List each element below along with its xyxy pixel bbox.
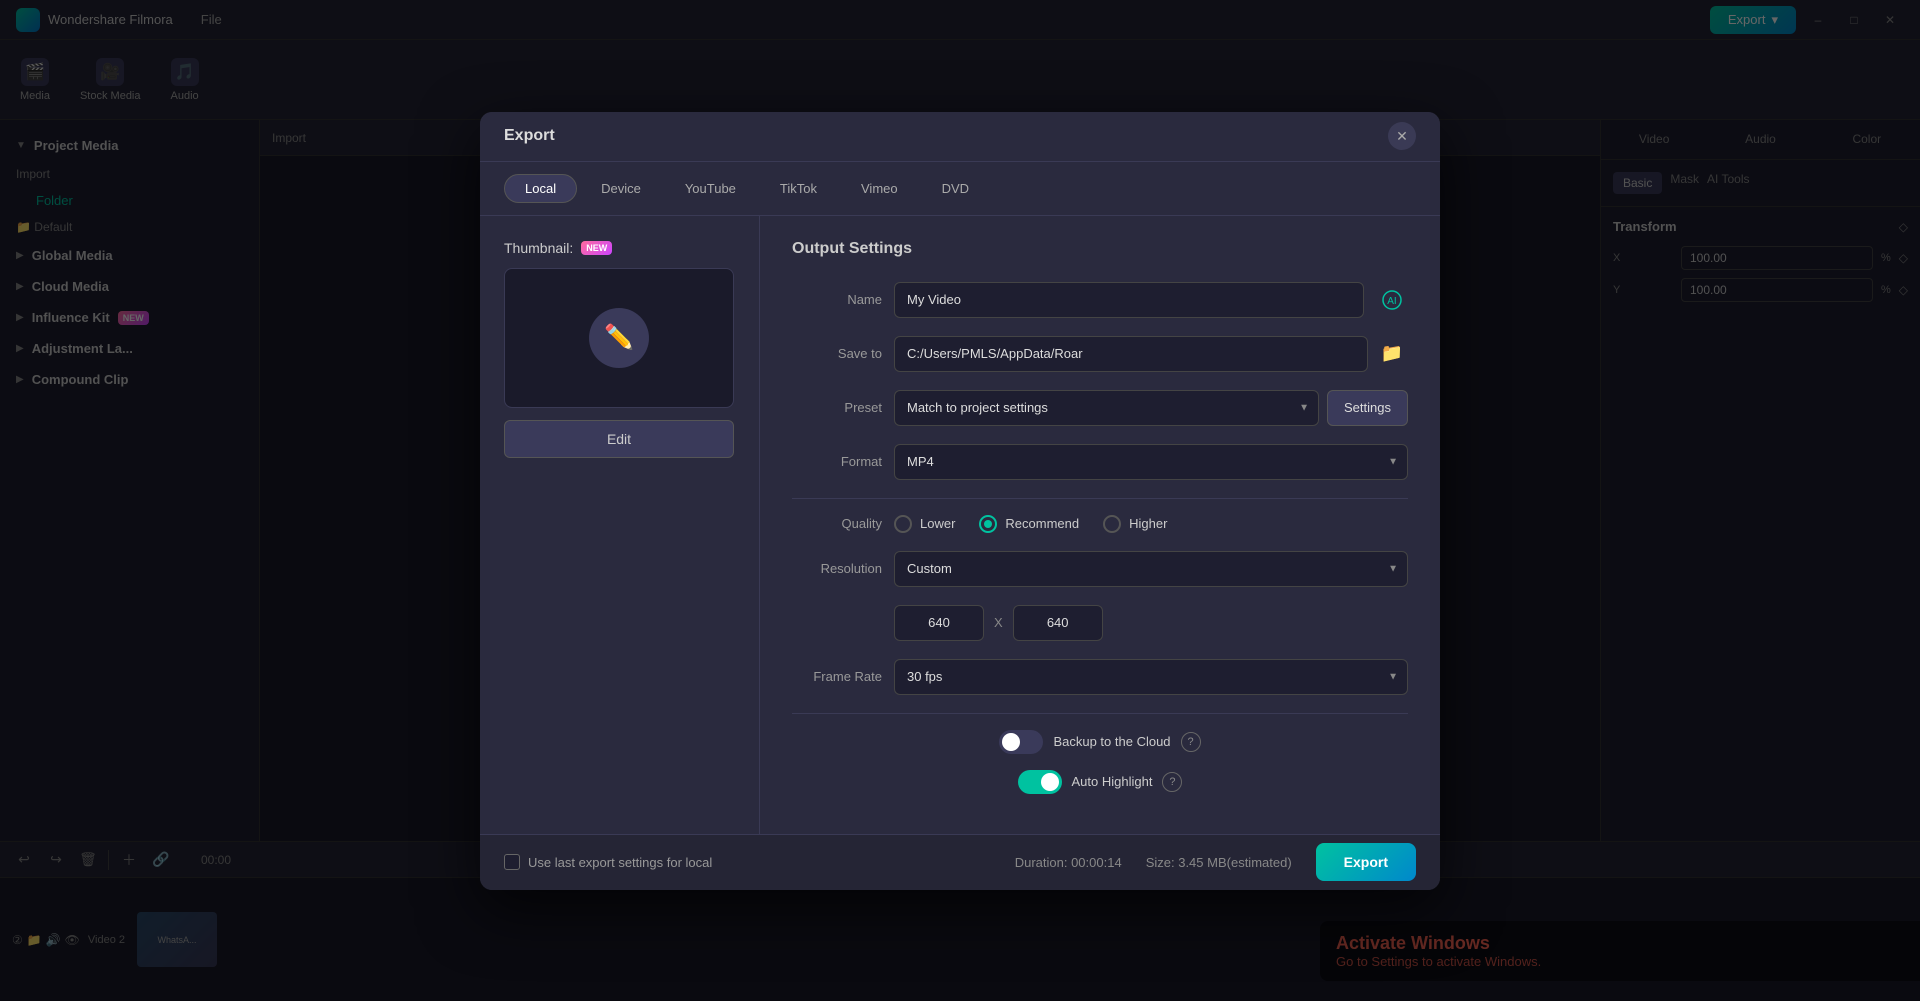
dialog-overlay: Export ✕ Local Device YouTube TikTok Vim… bbox=[0, 0, 1920, 1001]
save-path-input[interactable] bbox=[894, 336, 1368, 372]
thumbnail-label-row: Thumbnail: NEW bbox=[504, 240, 612, 256]
auto-highlight-info-icon[interactable]: ? bbox=[1162, 772, 1182, 792]
preset-label: Preset bbox=[792, 400, 882, 415]
thumbnail-label-text: Thumbnail: bbox=[504, 240, 573, 256]
export-tabs: Local Device YouTube TikTok Vimeo DVD bbox=[480, 162, 1440, 216]
toggle-thumb-cloud bbox=[1002, 733, 1020, 751]
quality-lower[interactable]: Lower bbox=[894, 515, 955, 533]
auto-highlight-label: Auto Highlight bbox=[1072, 774, 1153, 789]
dialog-close-button[interactable]: ✕ bbox=[1388, 122, 1416, 150]
backup-cloud-label: Backup to the Cloud bbox=[1053, 734, 1170, 749]
auto-highlight-row: Auto Highlight ? bbox=[792, 770, 1408, 794]
export-dialog: Export ✕ Local Device YouTube TikTok Vim… bbox=[480, 112, 1440, 890]
tab-vimeo[interactable]: Vimeo bbox=[841, 174, 918, 203]
backup-cloud-row: Backup to the Cloud ? bbox=[792, 730, 1408, 754]
svg-text:AI: AI bbox=[1387, 296, 1396, 307]
output-panel: Output Settings Name AI Save to bbox=[760, 216, 1440, 834]
format-select-wrap: MP4 MOV AVI ▼ bbox=[894, 444, 1408, 480]
tab-tiktok[interactable]: TikTok bbox=[760, 174, 837, 203]
export-button[interactable]: Export bbox=[1316, 843, 1416, 881]
output-settings-title: Output Settings bbox=[792, 240, 1408, 258]
format-row: Format MP4 MOV AVI ▼ bbox=[792, 444, 1408, 480]
duration-info: Duration: 00:00:14 bbox=[1015, 855, 1122, 870]
thumbnail-panel: Thumbnail: NEW ✏️ Edit bbox=[480, 216, 760, 834]
dialog-title: Export bbox=[504, 127, 555, 145]
edit-thumbnail-button[interactable]: Edit bbox=[504, 420, 734, 458]
thumbnail-preview: ✏️ bbox=[504, 268, 734, 408]
use-last-label: Use last export settings for local bbox=[528, 855, 712, 870]
quality-higher[interactable]: Higher bbox=[1103, 515, 1167, 533]
quality-radio-group: Lower Recommend Higher bbox=[894, 515, 1167, 533]
res-height-input[interactable] bbox=[1013, 605, 1103, 641]
resolution-select[interactable]: Custom 1920x1080 1280x720 bbox=[894, 551, 1408, 587]
resolution-inputs: X bbox=[894, 605, 1103, 641]
backup-cloud-toggle-wrap: Backup to the Cloud ? bbox=[999, 730, 1200, 754]
save-to-row: Save to 📁 bbox=[792, 336, 1408, 372]
quality-recommend[interactable]: Recommend bbox=[979, 515, 1079, 533]
name-label: Name bbox=[792, 292, 882, 307]
preset-row: Preset Match to project settings Custom … bbox=[792, 390, 1408, 426]
radio-recommend-inner bbox=[984, 520, 992, 528]
dialog-footer: Use last export settings for local Durat… bbox=[480, 834, 1440, 890]
preset-select-wrap: Match to project settings Custom ▼ bbox=[894, 390, 1319, 426]
use-last-export-checkbox[interactable]: Use last export settings for local bbox=[504, 854, 712, 870]
checkbox-box[interactable] bbox=[504, 854, 520, 870]
size-info: Size: 3.45 MB(estimated) bbox=[1146, 855, 1292, 870]
radio-recommend-outer bbox=[979, 515, 997, 533]
frame-rate-label: Frame Rate bbox=[792, 669, 882, 684]
ai-name-icon[interactable]: AI bbox=[1376, 284, 1408, 316]
quality-label: Quality bbox=[792, 516, 882, 531]
quality-lower-label: Lower bbox=[920, 516, 955, 531]
backup-cloud-toggle[interactable] bbox=[999, 730, 1043, 754]
auto-highlight-toggle[interactable] bbox=[1018, 770, 1062, 794]
path-input-wrap: 📁 bbox=[894, 336, 1408, 372]
res-width-input[interactable] bbox=[894, 605, 984, 641]
preset-wrap: Match to project settings Custom ▼ Setti… bbox=[894, 390, 1408, 426]
backup-cloud-info-icon[interactable]: ? bbox=[1181, 732, 1201, 752]
radio-higher-outer bbox=[1103, 515, 1121, 533]
resolution-label: Resolution bbox=[792, 561, 882, 576]
save-to-label: Save to bbox=[792, 346, 882, 361]
name-input[interactable] bbox=[894, 282, 1364, 318]
footer-meta: Duration: 00:00:14 Size: 3.45 MB(estimat… bbox=[1015, 843, 1416, 881]
toggle-thumb-highlight bbox=[1041, 773, 1059, 791]
settings-button[interactable]: Settings bbox=[1327, 390, 1408, 426]
name-row: Name AI bbox=[792, 282, 1408, 318]
tab-device[interactable]: Device bbox=[581, 174, 661, 203]
dialog-header: Export ✕ bbox=[480, 112, 1440, 162]
tab-local[interactable]: Local bbox=[504, 174, 577, 203]
frame-rate-select[interactable]: 30 fps 24 fps 60 fps bbox=[894, 659, 1408, 695]
thumbnail-new-badge: NEW bbox=[581, 241, 612, 255]
resolution-select-wrap: Custom 1920x1080 1280x720 ▼ bbox=[894, 551, 1408, 587]
tab-youtube[interactable]: YouTube bbox=[665, 174, 756, 203]
quality-higher-label: Higher bbox=[1129, 516, 1167, 531]
resolution-inputs-row: X bbox=[792, 605, 1408, 641]
divider-1 bbox=[792, 498, 1408, 499]
edit-pencil-icon: ✏️ bbox=[589, 308, 649, 368]
format-select[interactable]: MP4 MOV AVI bbox=[894, 444, 1408, 480]
format-label: Format bbox=[792, 454, 882, 469]
resolution-row: Resolution Custom 1920x1080 1280x720 ▼ bbox=[792, 551, 1408, 587]
auto-highlight-toggle-wrap: Auto Highlight ? bbox=[1018, 770, 1183, 794]
frame-rate-select-wrap: 30 fps 24 fps 60 fps ▼ bbox=[894, 659, 1408, 695]
browse-folder-button[interactable]: 📁 bbox=[1376, 338, 1408, 370]
quality-row: Quality Lower Recommend bbox=[792, 515, 1408, 533]
radio-lower-outer bbox=[894, 515, 912, 533]
preset-select[interactable]: Match to project settings Custom bbox=[894, 390, 1319, 426]
dialog-body: Thumbnail: NEW ✏️ Edit Output Settings N… bbox=[480, 216, 1440, 834]
quality-recommend-label: Recommend bbox=[1005, 516, 1079, 531]
res-x-separator: X bbox=[994, 615, 1003, 630]
frame-rate-row: Frame Rate 30 fps 24 fps 60 fps ▼ bbox=[792, 659, 1408, 695]
divider-2 bbox=[792, 713, 1408, 714]
tab-dvd[interactable]: DVD bbox=[922, 174, 989, 203]
